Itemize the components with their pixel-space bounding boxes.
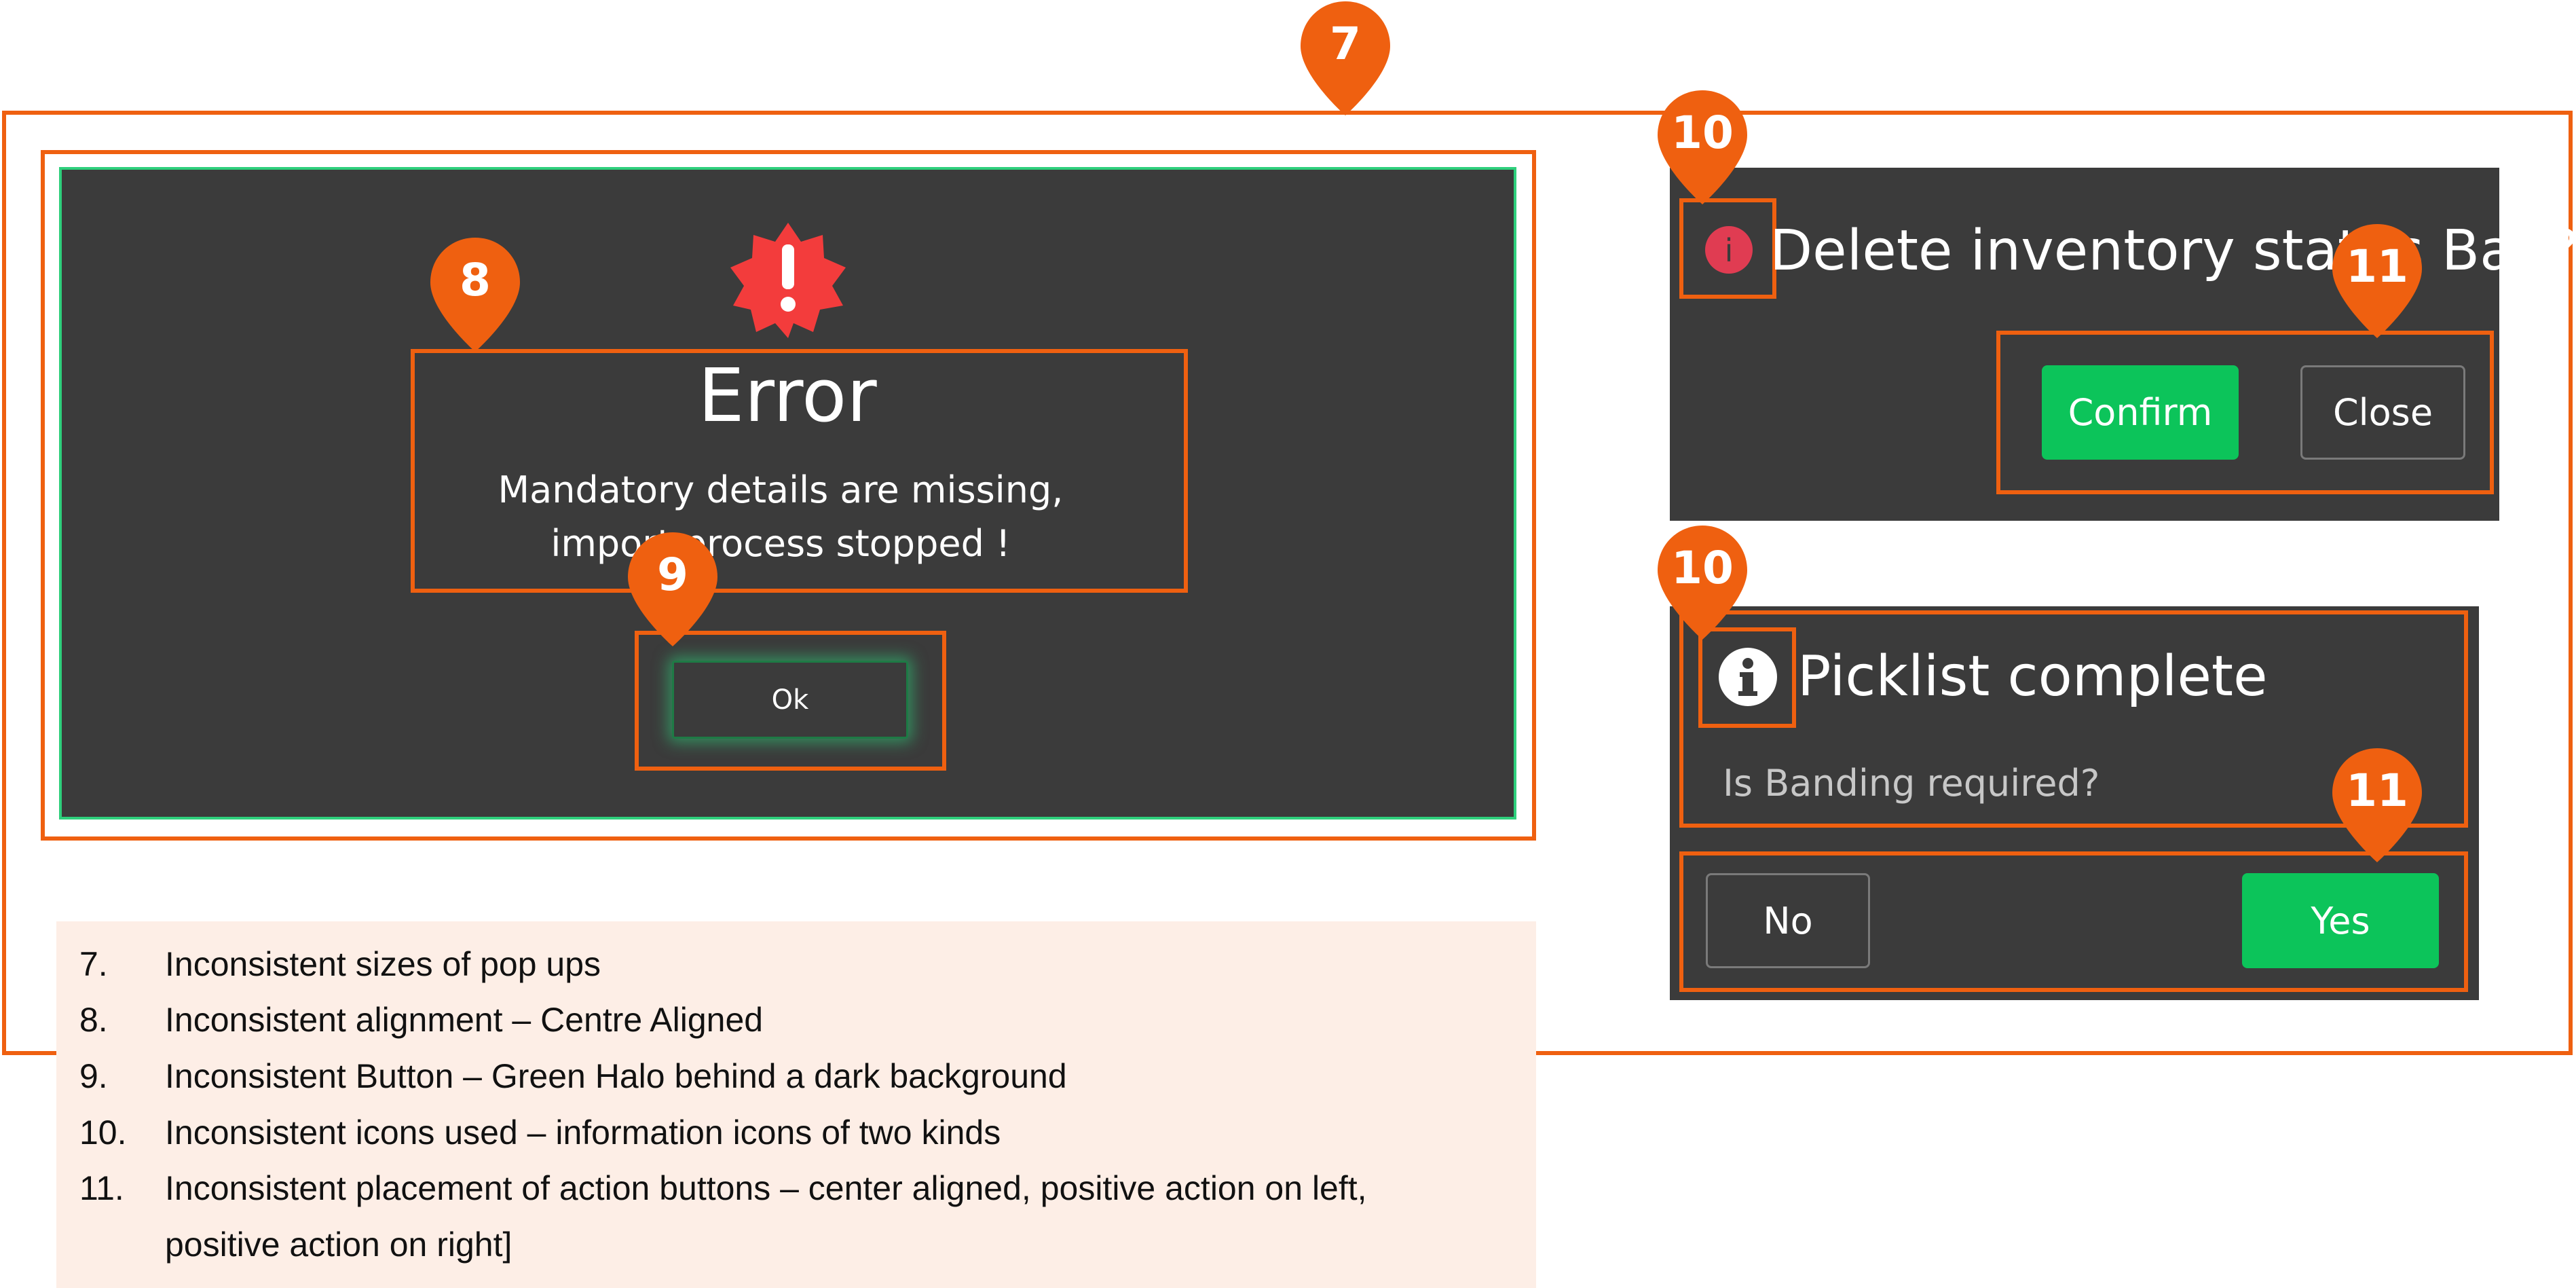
info-circle-icon: i <box>1705 226 1753 274</box>
ok-button[interactable]: Ok <box>672 661 908 739</box>
delete-dialog-title: Delete inventory status Bad? <box>1770 219 2576 283</box>
note-number: 8. <box>79 1001 108 1039</box>
pin-label: 10 <box>1671 107 1734 159</box>
pin-label: 7 <box>1330 18 1361 70</box>
info-circle-icon <box>1719 648 1777 706</box>
notes-panel: 7. Inconsistent sizes of pop ups 8. Inco… <box>56 921 1536 1288</box>
pin-label: 8 <box>460 254 491 306</box>
note-number: 7. <box>79 945 108 983</box>
picklist-dialog-title: Picklist complete <box>1797 644 2268 709</box>
note-number: 9. <box>79 1057 108 1095</box>
no-button[interactable]: No <box>1706 873 1870 968</box>
annotation-pin-7: 7 <box>1301 1 1390 115</box>
note-text: Inconsistent placement of action buttons… <box>165 1169 1367 1207</box>
pin-label: 11 <box>2346 765 2408 817</box>
note-number: 10. <box>79 1114 127 1152</box>
note-text: Inconsistent Button – Green Halo behind … <box>165 1057 1067 1095</box>
pin-label: 10 <box>1671 542 1734 594</box>
error-badge-icon <box>730 223 846 338</box>
annotation-pin-9: 9 <box>628 532 717 646</box>
annotation-pin-10: 10 <box>1658 90 1747 204</box>
note-number: 11. <box>79 1169 124 1207</box>
svg-text:i: i <box>1725 232 1734 269</box>
close-button[interactable]: Close <box>2300 365 2465 460</box>
yes-button[interactable]: Yes <box>2242 873 2439 968</box>
note-text: Inconsistent icons used – information ic… <box>165 1114 1001 1152</box>
annotation-pin-11: 11 <box>2332 748 2422 862</box>
note-text: positive action on right] <box>165 1226 512 1264</box>
annotation-pin-11: 11 <box>2332 224 2422 338</box>
note-text: Inconsistent alignment – Centre Aligned <box>165 1001 764 1039</box>
error-message: Mandatory details are missing, import pr… <box>498 468 1064 565</box>
confirm-button[interactable]: Confirm <box>2042 365 2239 460</box>
pin-label: 11 <box>2346 240 2408 293</box>
annotation-pin-10: 10 <box>1658 526 1747 640</box>
picklist-question: Is Banding required? <box>1723 762 2100 805</box>
annotation-pin-8: 8 <box>430 238 520 352</box>
pin-label: 9 <box>657 549 688 601</box>
note-text: Inconsistent sizes of pop ups <box>165 945 601 983</box>
